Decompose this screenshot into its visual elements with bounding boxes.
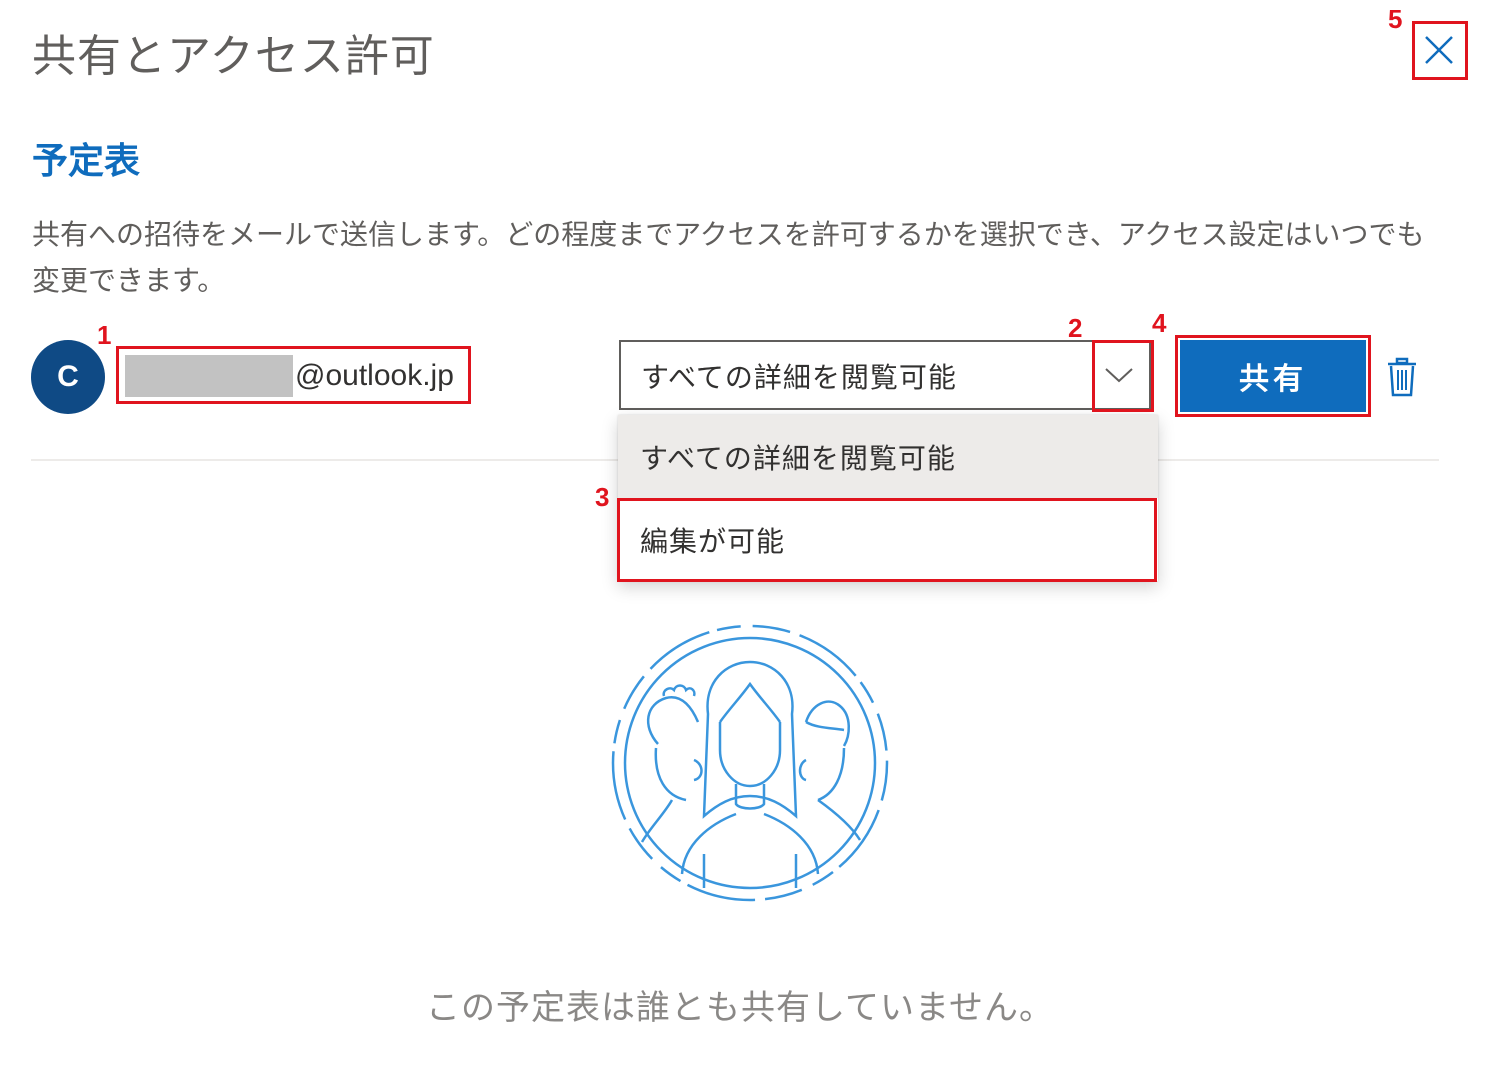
close-icon <box>1425 35 1453 64</box>
invitee-email: @outlook.jp <box>119 349 467 402</box>
permission-dropdown-menu: すべての詳細を閲覧可能 編集が可能 <box>618 415 1158 581</box>
delete-button[interactable] <box>1380 352 1424 402</box>
permission-selected-value: すべての詳細を閲覧可能 <box>641 361 957 394</box>
share-button[interactable]: 共有 <box>1180 340 1366 412</box>
annotation-number-4: 4 <box>1152 308 1167 338</box>
calendar-heading: 予定表 <box>32 141 141 182</box>
annotation-number-3: 3 <box>595 482 610 512</box>
permission-dropdown-toggle[interactable] <box>1089 342 1149 408</box>
avatar: C <box>31 340 105 414</box>
trash-icon <box>1388 357 1416 397</box>
close-button[interactable] <box>1412 21 1466 78</box>
annotation-number-2: 2 <box>1068 313 1083 343</box>
annotation-number-5: 5 <box>1388 4 1403 34</box>
dialog-title: 共有とアクセス許可 <box>32 31 435 82</box>
permission-option-can-edit[interactable]: 編集が可能 <box>618 498 1158 581</box>
email-domain: @outlook.jp <box>295 358 454 392</box>
permission-select[interactable]: すべての詳細を閲覧可能 <box>619 340 1151 410</box>
chevron-down-icon <box>1105 368 1133 383</box>
people-illustration <box>611 624 889 902</box>
share-description: 共有への招待をメールで送信します。どの程度までアクセスを許可するかを選択でき、ア… <box>32 218 1425 297</box>
empty-state-message: この予定表は誰とも共有していません。 <box>426 988 1054 1028</box>
redacted-email-name <box>125 354 293 397</box>
annotation-number-1: 1 <box>97 320 112 350</box>
permission-option-view-all[interactable]: すべての詳細を閲覧可能 <box>618 415 1158 498</box>
